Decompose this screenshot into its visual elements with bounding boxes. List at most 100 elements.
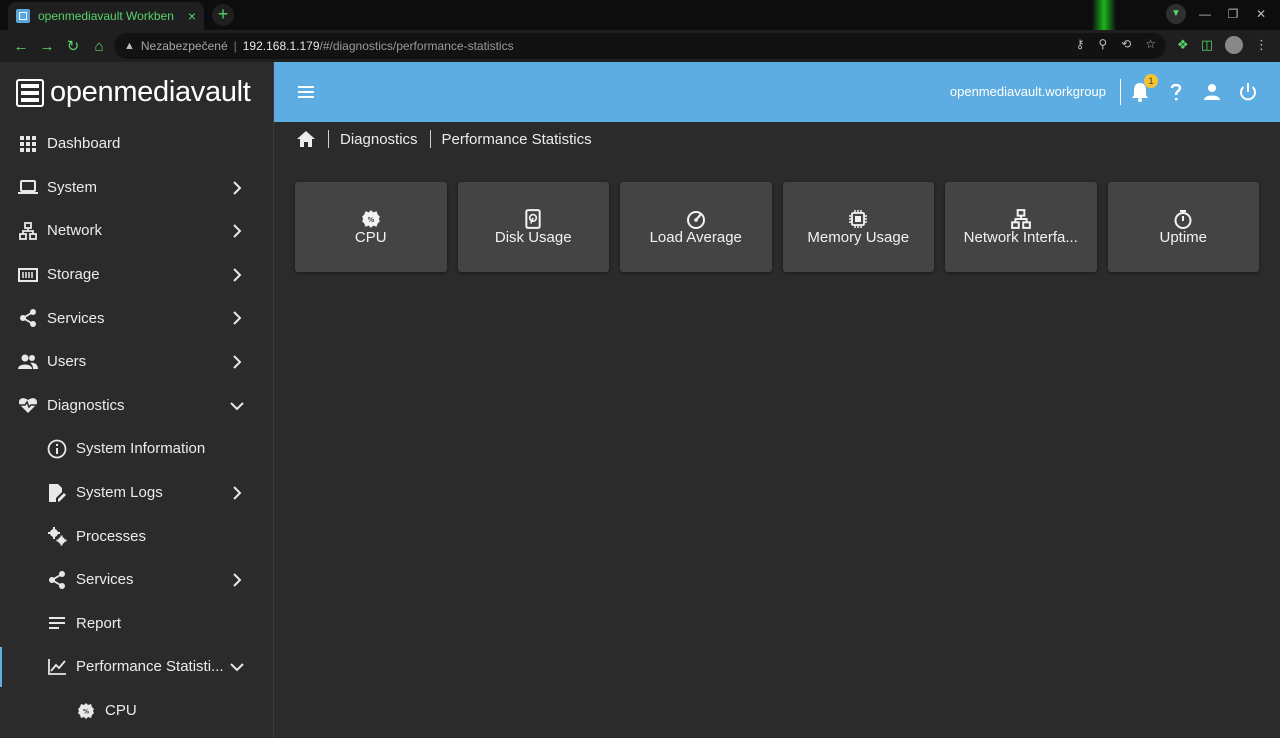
bookmark-star-icon[interactable]: ☆: [1145, 37, 1156, 51]
sidebar-item-network[interactable]: Network: [0, 209, 273, 253]
help-icon[interactable]: [1164, 80, 1188, 104]
home-icon[interactable]: [296, 129, 316, 149]
app-header: openmediavault.workgroup 1: [274, 62, 1280, 122]
card-memory-usage[interactable]: Memory Usage: [782, 182, 934, 272]
new-tab-button[interactable]: +: [212, 4, 234, 26]
minimize-icon[interactable]: —: [1196, 7, 1214, 21]
cogs-icon: [47, 526, 67, 546]
extension-icons: ❖ ◫ ⋮: [1177, 36, 1268, 54]
breadcrumb-diagnostics[interactable]: Diagnostics: [340, 131, 418, 148]
chart-line-icon: [47, 657, 67, 677]
url-separator: |: [233, 39, 237, 53]
window-controls: ▼ — ❐ ✕: [1166, 4, 1270, 24]
network-icon: [1010, 208, 1031, 229]
reload-icon[interactable]: ↻: [60, 37, 86, 55]
sidebar-item-performance-statistics[interactable]: Performance Statisti...: [0, 645, 273, 689]
browser-menu-icon[interactable]: ⋮: [1255, 37, 1268, 53]
sidebar-item-label: Network: [47, 222, 103, 240]
sidebar-item-processes[interactable]: Processes: [0, 514, 273, 558]
sidebar-item-label: Dashboard: [47, 135, 121, 153]
key-icon[interactable]: ⚷: [1076, 37, 1085, 51]
hostname-label: openmediavault.workgroup: [949, 84, 1106, 99]
brand[interactable]: openmediavault: [16, 76, 251, 109]
tab-close-icon[interactable]: ×: [188, 8, 196, 24]
sidebar-item-label: Services: [47, 309, 105, 327]
card-label: Load Average: [649, 228, 742, 246]
browser-tabstrip: openmediavault Workben × + ▼ — ❐ ✕: [0, 0, 1280, 30]
card-load-average[interactable]: Load Average: [620, 182, 772, 272]
card-label: Disk Usage: [494, 228, 572, 246]
card-label: Network Interfa...: [963, 228, 1078, 246]
card-disk-usage[interactable]: Disk Usage: [457, 182, 609, 272]
sidebar-item-system[interactable]: System: [0, 166, 273, 210]
brand-name: openmediavault: [50, 76, 251, 108]
sidebar-item-diagnostics-services[interactable]: Services: [0, 558, 273, 602]
sidebar-item-label: CPU: [105, 702, 137, 720]
forward-icon[interactable]: →: [34, 38, 60, 55]
sidebar-item-dashboard[interactable]: Dashboard: [0, 122, 273, 166]
svg-text:%: %: [367, 215, 374, 223]
sidebar-item-system-logs[interactable]: System Logs: [0, 471, 273, 515]
sidebar-item-label: Processes: [76, 527, 147, 545]
chevron-right-icon: [233, 355, 242, 369]
warning-icon[interactable]: ▲: [124, 40, 135, 52]
extensions-puzzle-icon[interactable]: ❖: [1177, 37, 1189, 53]
sidebar-item-report[interactable]: Report: [0, 602, 273, 646]
sidebar-item-label: System: [47, 178, 98, 196]
menu-icon[interactable]: [296, 82, 318, 102]
close-window-icon[interactable]: ✕: [1252, 7, 1270, 21]
sidebar-item-label: System Information: [76, 440, 206, 458]
card-uptime[interactable]: Uptime: [1107, 182, 1259, 272]
restore-icon[interactable]: ❐: [1224, 7, 1242, 21]
network-icon: [18, 221, 38, 241]
sidebar-item-storage[interactable]: Storage: [0, 253, 273, 297]
url-host: 192.168.1.179: [242, 39, 320, 53]
sidebar-item-users[interactable]: Users: [0, 340, 273, 384]
info-icon: [47, 439, 67, 459]
zoom-icon[interactable]: ⚲: [1098, 37, 1107, 51]
svg-text:%: %: [83, 708, 89, 715]
disk-icon: [525, 208, 541, 229]
home-icon[interactable]: ⌂: [86, 38, 112, 55]
browser-toolbar: ← → ↻ ⌂ ▲ Nezabezpečené | 192.168.1.179 …: [0, 30, 1280, 62]
sidebar-item-system-information[interactable]: System Information: [0, 427, 273, 471]
notification-badge: 1: [1144, 74, 1158, 88]
chevron-right-icon: [233, 486, 242, 500]
tab-search-icon[interactable]: ▼: [1166, 4, 1186, 24]
breadcrumb-separator: [429, 130, 431, 148]
share-icon: [18, 308, 38, 328]
share-icon[interactable]: ⟲: [1121, 37, 1131, 51]
user-icon[interactable]: [1200, 80, 1224, 104]
users-icon: [18, 352, 38, 372]
memory-chip-icon: [849, 209, 868, 228]
sidebar-item-label: Performance Statisti...: [76, 658, 224, 676]
sidebar-item-diagnostics[interactable]: Diagnostics: [0, 384, 273, 428]
card-cpu[interactable]: % CPU: [295, 182, 447, 272]
breadcrumb-performance-statistics: Performance Statistics: [441, 130, 592, 148]
sidebar-item-services[interactable]: Services: [0, 296, 273, 340]
dashboard-icon: [18, 134, 38, 154]
profile-avatar-icon[interactable]: [1225, 36, 1243, 54]
back-icon[interactable]: ←: [8, 38, 34, 55]
sidebar-item-cpu[interactable]: % CPU: [0, 689, 273, 733]
sidebar-item-label: Services: [76, 571, 134, 589]
breadcrumb-separator: [328, 130, 329, 148]
sidebar-item-label: Users: [47, 353, 87, 371]
side-panel-icon[interactable]: ◫: [1201, 37, 1213, 53]
power-icon[interactable]: [1236, 80, 1260, 104]
share-icon: [47, 570, 67, 590]
chevron-right-icon: [233, 224, 242, 238]
gauge-icon: [686, 210, 705, 229]
heart-pulse-icon: [18, 395, 38, 415]
sidebar-nav: Dashboard System Network Storage Service…: [0, 122, 273, 732]
card-network-interfaces[interactable]: Network Interfa...: [945, 182, 1097, 272]
address-bar[interactable]: ▲ Nezabezpečené | 192.168.1.179 /#/diagn…: [114, 33, 1166, 59]
card-label: Memory Usage: [807, 228, 910, 246]
card-label: CPU: [354, 228, 387, 246]
stopwatch-icon: [1174, 209, 1192, 229]
chevron-down-icon: [230, 401, 244, 410]
browser-tab[interactable]: openmediavault Workben ×: [8, 2, 204, 30]
wallpaper-glow: [1092, 0, 1116, 30]
security-label: Nezabezpečené: [140, 39, 228, 53]
url-path: /#/diagnostics/performance-statistics: [319, 39, 514, 53]
